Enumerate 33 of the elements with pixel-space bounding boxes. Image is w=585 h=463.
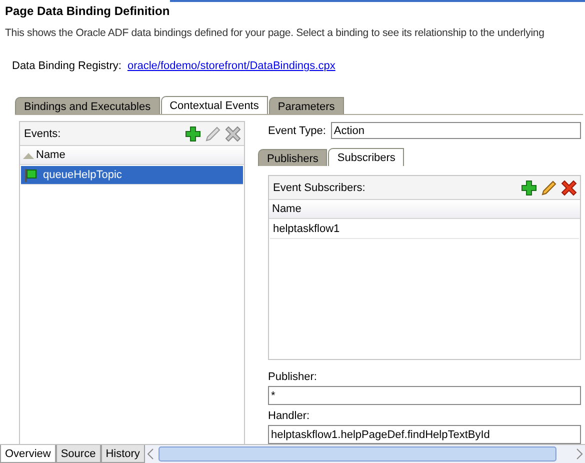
panel-title: Events: <box>24 128 62 140</box>
page-title: Page Data Binding Definition <box>4 3 171 20</box>
panel-title: Event Subscribers: <box>273 182 366 194</box>
row-text: queueHelpTopic <box>43 169 122 181</box>
tab[interactable]: Source <box>56 445 101 463</box>
scrollbar[interactable] <box>144 445 585 463</box>
field-label: Handler: <box>268 410 311 423</box>
tab[interactable]: Parameters <box>268 97 344 114</box>
publisher-field[interactable]: * <box>268 386 581 405</box>
tab[interactable]: Overview <box>0 445 56 463</box>
flag-icon <box>24 168 37 182</box>
tab[interactable]: Subscribers <box>328 148 404 166</box>
delete-icon[interactable] <box>561 180 577 196</box>
list-row[interactable]: queueHelpTopic <box>21 166 243 185</box>
tab[interactable]: Bindings and Executables <box>15 97 160 114</box>
pencil-icon[interactable] <box>541 180 557 196</box>
handler-field[interactable]: helptaskflow1.helpPageDef.findHelpTextById <box>268 425 581 444</box>
tab[interactable]: Publishers <box>258 149 328 166</box>
field-label: Event Type: <box>268 124 326 136</box>
tab[interactable]: Contextual Events <box>160 96 268 114</box>
list-row[interactable]: helptaskflow1 <box>270 220 579 239</box>
column-header[interactable]: Name <box>36 149 66 161</box>
tab[interactable]: History <box>100 445 145 463</box>
description-text: This shows the Oracle ADF data bindings defined for your page. Select a binding to see its relationship to the underlying <box>4 26 546 41</box>
plus-icon[interactable] <box>185 126 201 142</box>
plus-icon[interactable] <box>521 180 537 196</box>
field-label: Publisher: <box>268 371 318 384</box>
row-text: helptaskflow1 <box>273 223 340 235</box>
event-type-field[interactable]: Action <box>330 122 581 139</box>
registry-link[interactable]: oracle/fodemo/storefront/DataBindings.cpx <box>127 60 336 80</box>
column-header[interactable]: Name <box>272 203 302 215</box>
registry-label: Data Binding Registry: <box>12 60 122 74</box>
sort-icon <box>23 152 34 158</box>
